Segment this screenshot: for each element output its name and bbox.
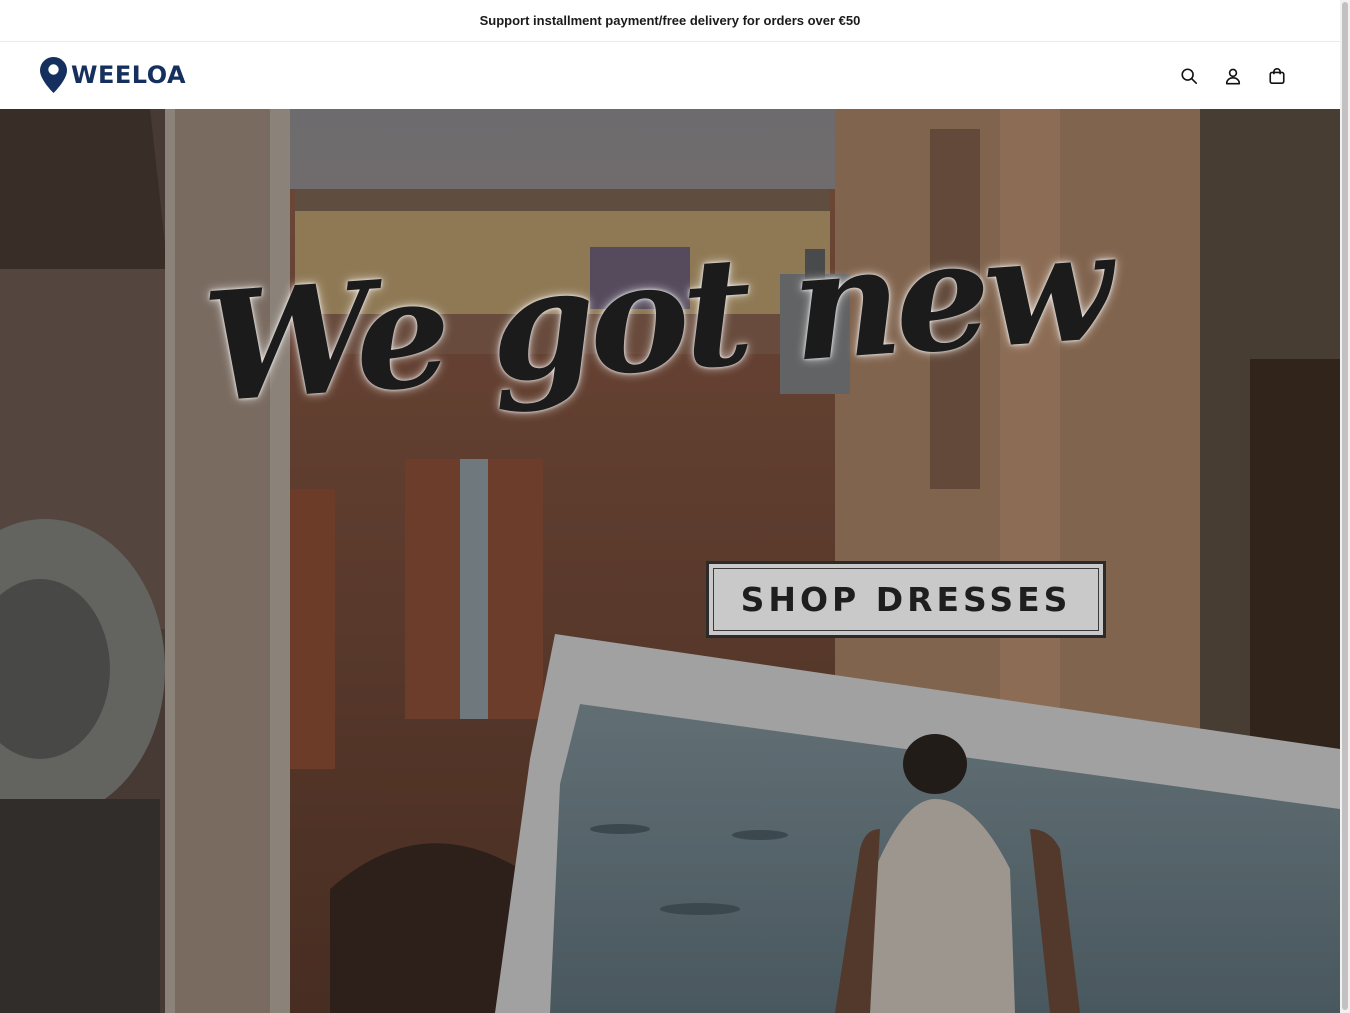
cart-icon bbox=[1269, 67, 1285, 85]
account-button[interactable] bbox=[1222, 65, 1244, 87]
cart-button[interactable] bbox=[1266, 65, 1288, 87]
search-button[interactable] bbox=[1178, 65, 1200, 87]
announcement-text: Support installment payment/free deliver… bbox=[479, 13, 861, 28]
account-icon bbox=[1225, 68, 1241, 85]
search-icon bbox=[1181, 68, 1198, 85]
page-scrollbar[interactable] bbox=[1340, 0, 1350, 1013]
header-icons bbox=[1178, 65, 1288, 87]
shop-dresses-button[interactable]: SHOP DRESSES bbox=[706, 561, 1106, 638]
hero-banner[interactable]: We got new SHOP DRESSES bbox=[0, 109, 1340, 1013]
location-pin-icon bbox=[40, 57, 67, 93]
logo[interactable]: WEELOA bbox=[40, 57, 186, 93]
logo-text: WEELOA bbox=[71, 61, 187, 89]
announcement-bar: Support installment payment/free deliver… bbox=[0, 0, 1340, 42]
scrollbar-thumb[interactable] bbox=[1342, 2, 1348, 1010]
shop-button-frame bbox=[713, 568, 1099, 631]
site-header: WEELOA bbox=[0, 43, 1340, 109]
